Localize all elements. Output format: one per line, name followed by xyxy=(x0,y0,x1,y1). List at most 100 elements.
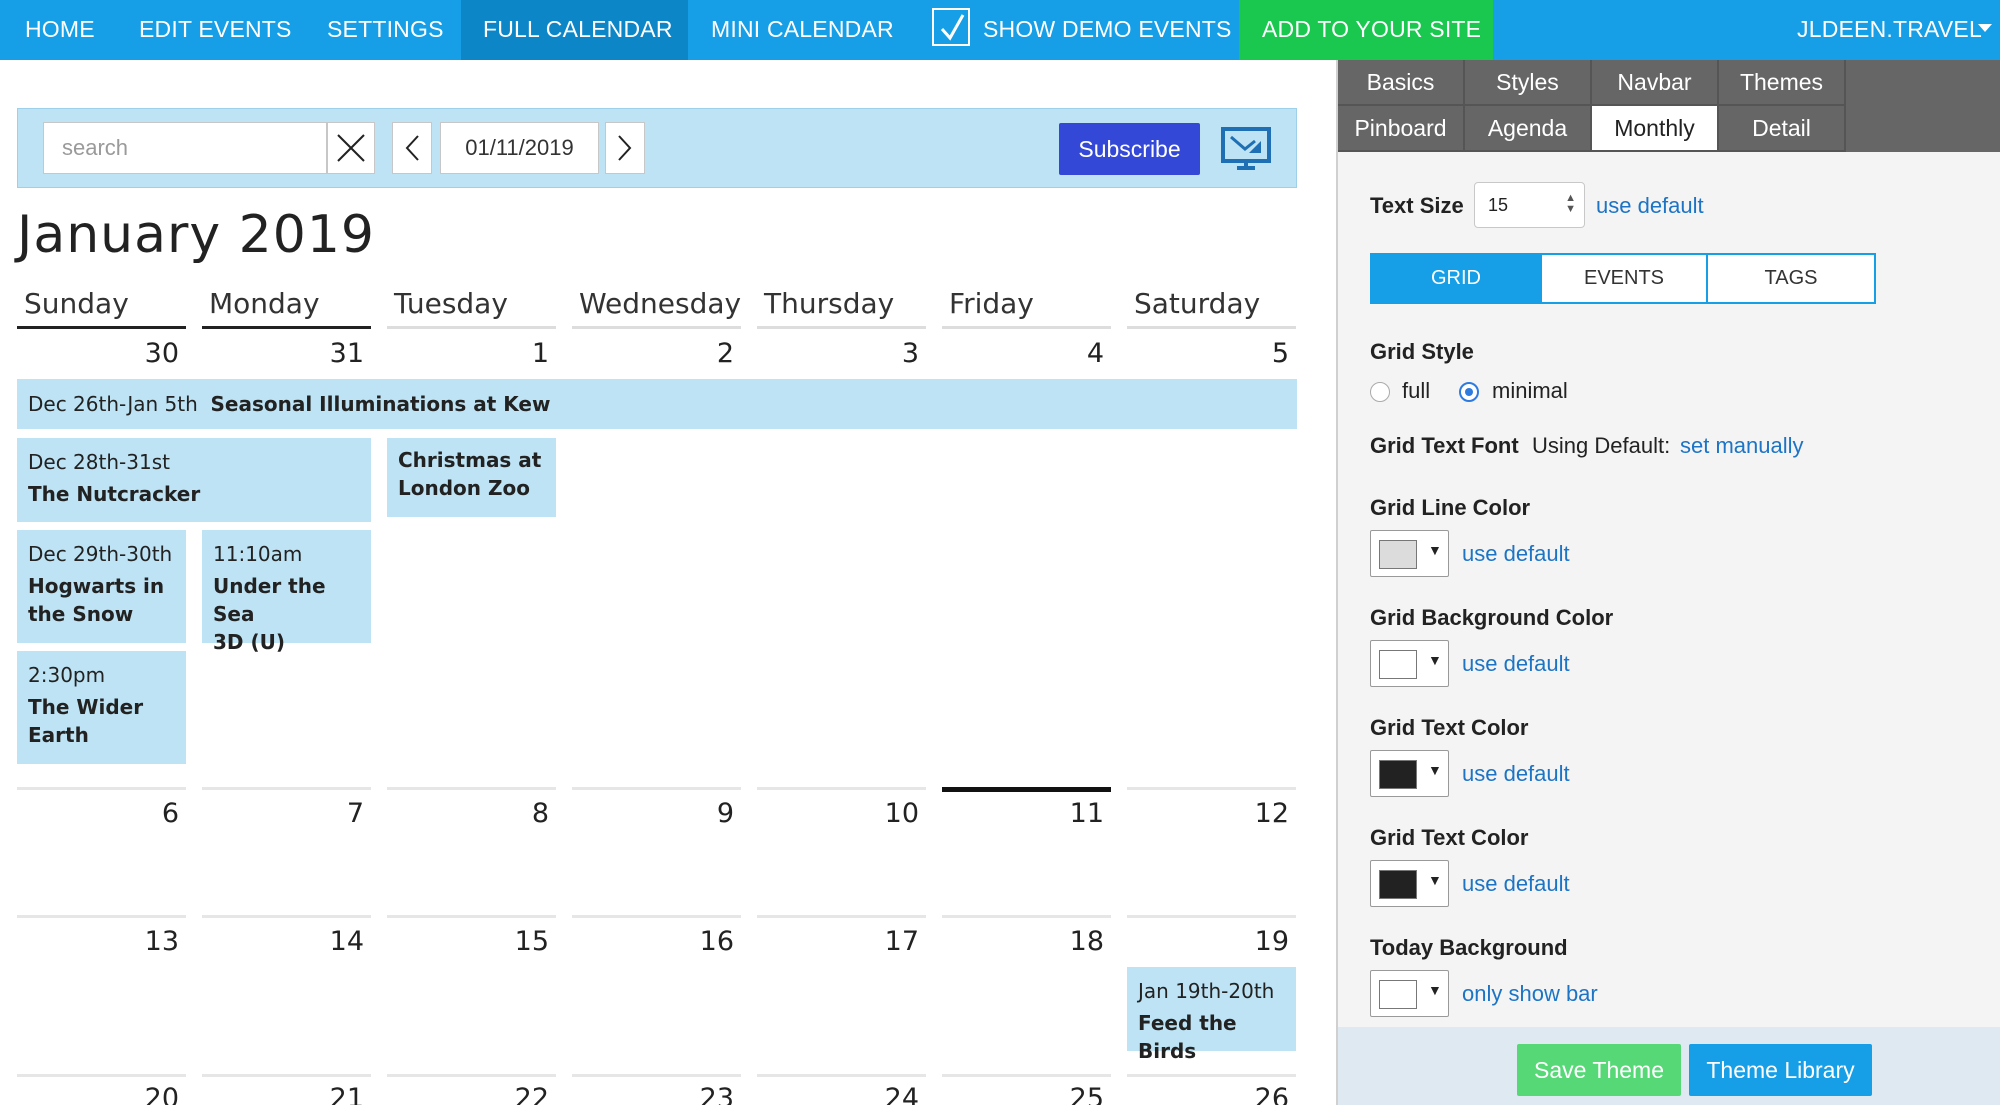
show-demo-events-checkbox[interactable] xyxy=(932,8,970,46)
event-the-nutcracker[interactable]: Dec 28th-31st The Nutcracker xyxy=(17,438,371,522)
color-swatch xyxy=(1379,650,1417,679)
set-manually-link[interactable]: set manually xyxy=(1680,433,1804,459)
tab-styles[interactable]: Styles xyxy=(1465,60,1592,106)
grid-text-font-value: Using Default: xyxy=(1532,433,1671,458)
day-number[interactable]: 22 xyxy=(387,1083,556,1105)
event-under-the-sea[interactable]: 11:10am Under the Sea 3D (U) xyxy=(202,530,371,654)
tab-pinboard[interactable]: Pinboard xyxy=(1338,106,1465,152)
event-the-wider-earth[interactable]: 2:30pm The Wider Earth xyxy=(17,651,186,764)
event-name: Seasonal Illuminations at Kew xyxy=(210,392,551,416)
caret-down-icon[interactable] xyxy=(1978,24,1992,32)
event-hogwarts-in-the-snow[interactable]: Dec 29th-30th Hogwarts in the Snow xyxy=(17,530,186,643)
event-christmas-at-london-zoo[interactable]: Christmas at London Zoo xyxy=(387,438,556,517)
tab-navbar[interactable]: Navbar xyxy=(1592,60,1719,106)
nav-full-calendar[interactable]: FULL CALENDAR xyxy=(461,0,688,60)
grid-style-minimal-radio[interactable] xyxy=(1459,382,1479,402)
tab-monthly[interactable]: Monthly xyxy=(1592,106,1719,152)
day-number[interactable]: 21 xyxy=(202,1083,371,1105)
day-number[interactable]: 26 xyxy=(1127,1083,1296,1105)
grid-style-full-label[interactable]: full xyxy=(1402,378,1430,404)
segment-grid[interactable]: GRID xyxy=(1372,255,1540,302)
day-number[interactable]: 17 xyxy=(757,926,926,957)
day-number[interactable]: 7 xyxy=(202,798,371,829)
day-number[interactable]: 2 xyxy=(572,338,741,369)
tab-detail[interactable]: Detail xyxy=(1719,106,1846,152)
save-theme-button[interactable]: Save Theme xyxy=(1517,1044,1681,1096)
day-number[interactable]: 13 xyxy=(17,926,186,957)
nav-settings[interactable]: SETTINGS xyxy=(327,0,444,60)
day-number[interactable]: 20 xyxy=(17,1083,186,1105)
day-number[interactable]: 10 xyxy=(757,798,926,829)
day-number[interactable]: 8 xyxy=(387,798,556,829)
today-background-color-picker[interactable]: ▼ xyxy=(1370,970,1449,1017)
grid-background-color-default-link[interactable]: use default xyxy=(1462,651,1570,677)
caret-down-icon: ▼ xyxy=(1428,652,1442,668)
event-name-line: 3D (U) xyxy=(213,630,286,654)
grid-text-color-picker-2[interactable]: ▼ xyxy=(1370,860,1449,907)
day-number[interactable]: 23 xyxy=(572,1083,741,1105)
day-number[interactable]: 3 xyxy=(757,338,926,369)
show-demo-events-label[interactable]: SHOW DEMO EVENTS xyxy=(983,0,1232,60)
grid-background-color-picker[interactable]: ▼ xyxy=(1370,640,1449,687)
grid-line-color-picker[interactable]: ▼ xyxy=(1370,530,1449,577)
grid-text-color-default-link[interactable]: use default xyxy=(1462,761,1570,787)
day-number[interactable]: 19 xyxy=(1127,926,1296,957)
day-number[interactable]: 25 xyxy=(942,1083,1111,1105)
nav-home[interactable]: HOME xyxy=(25,0,95,60)
week-divider xyxy=(387,1074,556,1077)
day-number[interactable]: 18 xyxy=(942,926,1111,957)
weekday-header: Sunday xyxy=(17,287,186,329)
subscribe-button[interactable]: Subscribe xyxy=(1059,123,1200,175)
event-time: Dec 29th-30th xyxy=(28,542,173,566)
day-number[interactable]: 1 xyxy=(387,338,556,369)
theme-library-button[interactable]: Theme Library xyxy=(1689,1044,1872,1096)
day-number[interactable]: 24 xyxy=(757,1083,926,1105)
day-number[interactable]: 14 xyxy=(202,926,371,957)
chevron-left-icon xyxy=(405,135,419,161)
search-input[interactable] xyxy=(43,122,327,174)
text-size-use-default-link[interactable]: use default xyxy=(1596,193,1704,219)
next-month-button[interactable] xyxy=(605,122,645,174)
day-number[interactable]: 12 xyxy=(1127,798,1296,829)
day-number[interactable]: 5 xyxy=(1127,338,1296,369)
account-menu[interactable]: JLDEEN.TRAVEL xyxy=(1797,0,1982,60)
event-feed-the-birds[interactable]: Jan 19th-20th Feed the Birds xyxy=(1127,967,1296,1063)
nav-add-to-your-site[interactable]: ADD TO YOUR SITE xyxy=(1239,0,1493,60)
day-number[interactable]: 9 xyxy=(572,798,741,829)
day-number[interactable]: 30 xyxy=(17,338,186,369)
segment-tags[interactable]: TAGS xyxy=(1706,255,1874,302)
day-number[interactable]: 4 xyxy=(942,338,1111,369)
grid-text-color-default-link-2[interactable]: use default xyxy=(1462,871,1570,897)
text-size-stepper[interactable]: 15 ▲ ▼ xyxy=(1474,182,1585,228)
tab-basics[interactable]: Basics xyxy=(1338,60,1465,106)
segment-events[interactable]: EVENTS xyxy=(1540,255,1706,302)
grid-text-color-picker[interactable]: ▼ xyxy=(1370,750,1449,797)
event-seasonal-illuminations[interactable]: Dec 26th-Jan 5th Seasonal Illuminations … xyxy=(17,379,1297,429)
weekday-header: Wednesday xyxy=(572,287,741,329)
grid-style-minimal-label[interactable]: minimal xyxy=(1492,378,1568,404)
day-number[interactable]: 16 xyxy=(572,926,741,957)
grid-style-full-radio[interactable] xyxy=(1370,382,1390,402)
monitor-icon[interactable] xyxy=(1221,127,1271,171)
day-number[interactable]: 6 xyxy=(17,798,186,829)
caret-down-icon: ▼ xyxy=(1428,762,1442,778)
day-number[interactable]: 15 xyxy=(387,926,556,957)
previous-month-button[interactable] xyxy=(392,122,432,174)
chevron-right-icon xyxy=(618,135,632,161)
event-name-line: Hogwarts in xyxy=(28,574,165,598)
date-field[interactable]: 01/11/2019 xyxy=(440,122,599,174)
nav-edit-events[interactable]: EDIT EVENTS xyxy=(139,0,292,60)
clear-search-button[interactable] xyxy=(327,122,375,174)
nav-mini-calendar[interactable]: MINI CALENDAR xyxy=(711,0,894,60)
only-show-bar-link[interactable]: only show bar xyxy=(1462,981,1598,1007)
today-bar xyxy=(942,787,1111,792)
top-navigation-bar: HOME EDIT EVENTS SETTINGS FULL CALENDAR … xyxy=(0,0,2000,60)
grid-line-color-default-link[interactable]: use default xyxy=(1462,541,1570,567)
checkmark-icon xyxy=(940,14,965,41)
day-number[interactable]: 31 xyxy=(202,338,371,369)
close-icon xyxy=(337,134,365,162)
tab-agenda[interactable]: Agenda xyxy=(1465,106,1592,152)
tab-themes[interactable]: Themes xyxy=(1719,60,1846,106)
day-number-today[interactable]: 11 xyxy=(942,798,1111,829)
stepper-arrows-icon[interactable]: ▲ ▼ xyxy=(1565,193,1576,215)
